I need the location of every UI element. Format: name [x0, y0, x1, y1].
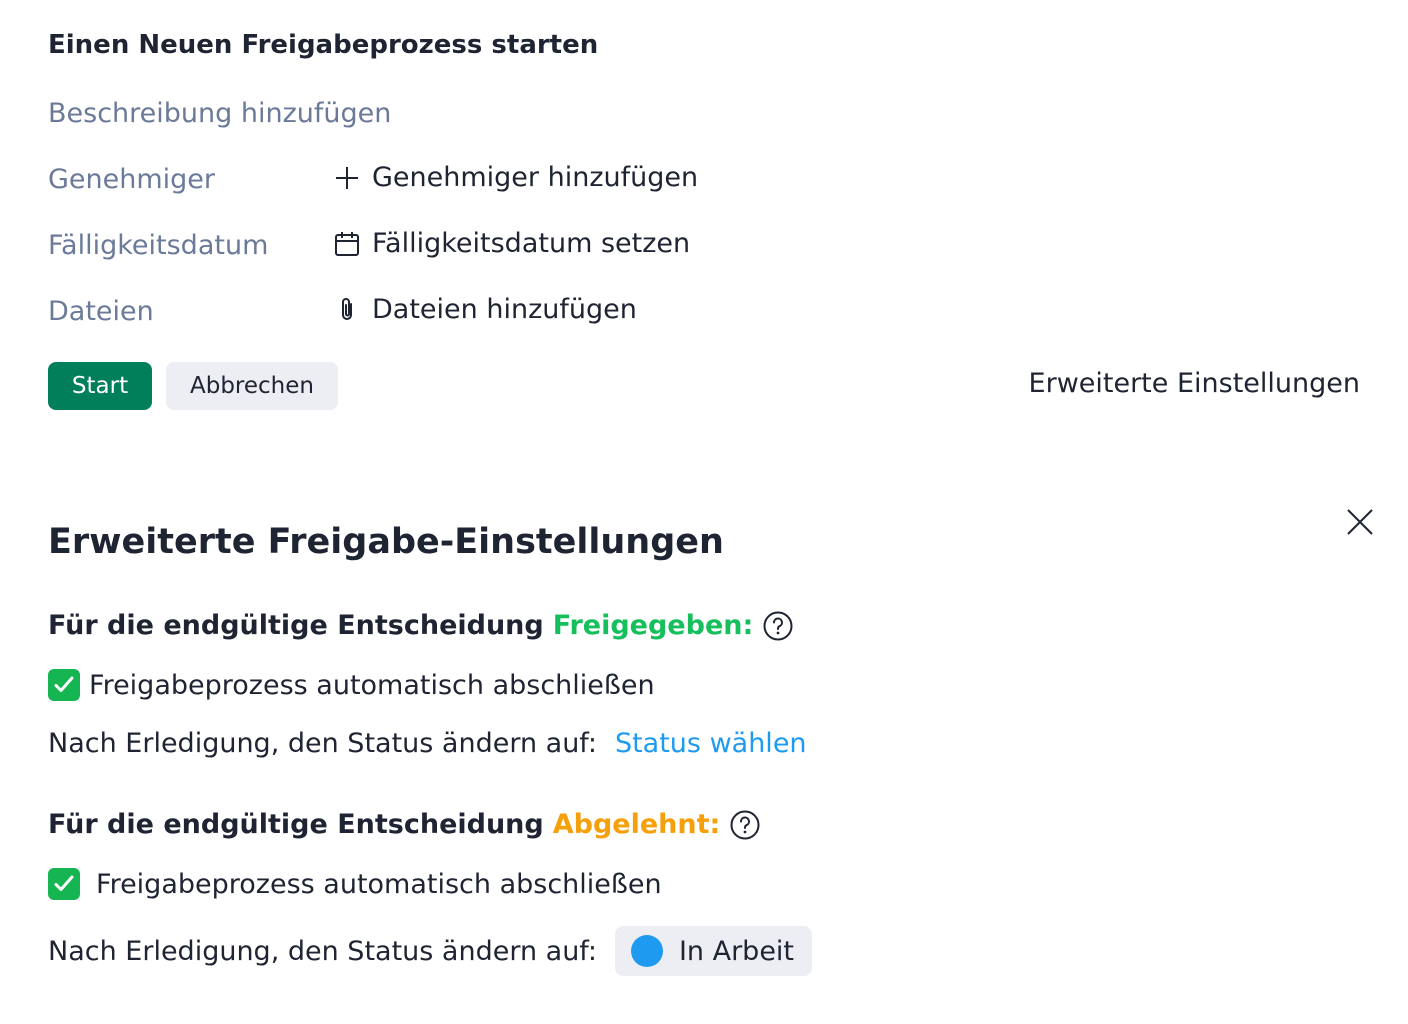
approved-status-select[interactable]: Status wählen	[615, 728, 807, 759]
form-title: Einen Neuen Freigabeprozess starten	[48, 30, 599, 60]
status-dot-icon	[630, 935, 663, 967]
advanced-settings-link[interactable]: Erweiterte Einstellungen	[1029, 368, 1360, 399]
approved-status-label: Nach Erledigung, den Status ändern auf:	[48, 728, 597, 759]
field-label-approvers: Genehmiger	[48, 164, 216, 195]
start-button[interactable]: Start	[48, 362, 152, 410]
calendar-icon	[334, 231, 360, 257]
rejected-heading: Für die endgültige Entscheidung Abgelehn…	[48, 809, 760, 840]
approved-auto-close-label: Freigabeprozess automatisch abschließen	[89, 669, 655, 701]
cancel-button[interactable]: Abbrechen	[166, 362, 338, 410]
approved-heading: Für die endgültige Entscheidung Freigege…	[48, 610, 793, 641]
rejected-auto-close-checkbox[interactable]	[48, 868, 80, 900]
add-approver-button[interactable]: Genehmiger hinzufügen	[334, 162, 698, 193]
approved-heading-prefix: Für die endgültige Entscheidung	[48, 610, 544, 641]
approved-auto-close-checkbox[interactable]	[48, 669, 80, 701]
rejected-heading-prefix: Für die endgültige Entscheidung	[48, 809, 544, 840]
rejected-status-select[interactable]: In Arbeit	[614, 926, 813, 976]
set-due-date-label: Fälligkeitsdatum setzen	[372, 228, 691, 259]
approved-status-row: Nach Erledigung, den Status ändern auf: …	[48, 728, 807, 759]
rejected-status-label: Nach Erledigung, den Status ändern auf:	[48, 935, 597, 967]
rejected-auto-close-label: Freigabeprozess automatisch abschließen	[96, 868, 662, 900]
close-icon[interactable]	[1344, 506, 1376, 538]
add-approver-label: Genehmiger hinzufügen	[372, 162, 699, 193]
description-input[interactable]: Beschreibung hinzufügen	[48, 98, 391, 129]
rejected-heading-accent: Abgelehnt:	[552, 809, 721, 840]
rejected-auto-close-row: Freigabeprozess automatisch abschließen	[48, 868, 662, 900]
field-label-files: Dateien	[48, 296, 154, 327]
rejected-status-row: Nach Erledigung, den Status ändern auf: …	[48, 926, 813, 976]
approved-auto-close-row: Freigabeprozess automatisch abschließen	[48, 669, 655, 701]
help-icon[interactable]	[730, 810, 760, 840]
rejected-status-value: In Arbeit	[678, 935, 795, 967]
set-due-date-button[interactable]: Fälligkeitsdatum setzen	[334, 228, 690, 259]
help-icon[interactable]	[763, 611, 793, 641]
add-files-button[interactable]: Dateien hinzufügen	[334, 294, 637, 325]
approved-heading-accent: Freigegeben:	[552, 610, 754, 641]
paperclip-icon	[334, 297, 360, 323]
advanced-settings-title: Erweiterte Freigabe-Einstellungen	[48, 522, 724, 562]
add-files-label: Dateien hinzufügen	[372, 294, 637, 325]
plus-icon	[334, 165, 360, 191]
field-label-due-date: Fälligkeitsdatum	[48, 230, 269, 261]
